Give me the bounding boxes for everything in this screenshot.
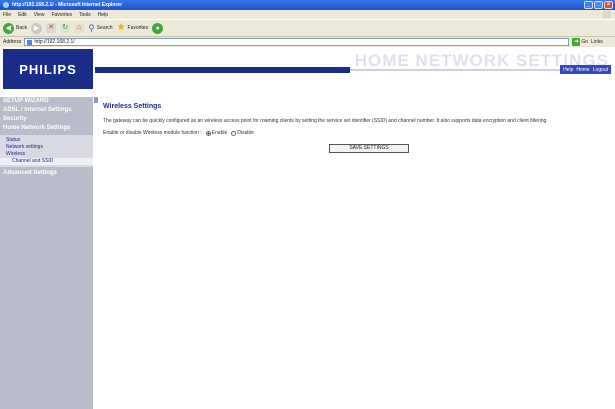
search-icon: ⚲: [88, 22, 95, 33]
sidebar-item-adsl[interactable]: ADSL / Internet Settings: [0, 106, 93, 115]
back-arrow-icon: ◀: [3, 22, 14, 34]
go-button[interactable]: ➜ Go: [572, 38, 588, 46]
window-titlebar: http://192.168.2.1/ - Microsoft Internet…: [0, 0, 615, 10]
philips-logo: PHILIPS: [3, 49, 93, 89]
disable-radio-dot[interactable]: [231, 130, 237, 136]
favorites-label: Favorites: [127, 25, 149, 31]
star-icon: ★: [116, 22, 126, 33]
address-input[interactable]: http://192.168.2.1/: [24, 38, 570, 46]
search-button[interactable]: ⚲ Search: [88, 23, 112, 34]
go-arrow-icon: ➜: [572, 38, 581, 46]
sidebar-sub-wireless[interactable]: Wireless: [0, 151, 93, 158]
window-title: http://192.168.2.1/ - Microsoft Internet…: [12, 2, 123, 8]
close-button[interactable]: ×: [604, 1, 613, 9]
address-label: Address: [3, 39, 22, 45]
enable-radio-dot[interactable]: [205, 130, 211, 136]
sidebar-sub-status[interactable]: Status: [0, 137, 93, 144]
help-link[interactable]: Help: [563, 67, 573, 73]
stop-icon[interactable]: ✕: [46, 23, 57, 33]
page-header: PHILIPS HOME NETWORK SETTINGS Help Home …: [0, 47, 615, 97]
sidebar-scroll-marker: [94, 97, 98, 103]
go-label: Go: [581, 39, 589, 45]
wireless-toggle-row: Enable or disable Wireless module functi…: [103, 130, 608, 136]
enable-radio[interactable]: Enable: [205, 130, 228, 136]
home-icon[interactable]: ⌂: [74, 23, 85, 33]
ie-icon: [3, 2, 9, 8]
sidebar: SETUP WIZARD ADSL / Internet Settings Se…: [0, 97, 93, 409]
browser-toolbar: ◀ Back ▶ ✕ ↻ ⌂ ⚲ Search ★ Favorites ●: [0, 19, 615, 37]
back-button[interactable]: ◀ Back: [3, 22, 28, 34]
sidebar-sub-channel-ssid[interactable]: Channel and SSID: [0, 158, 93, 165]
save-settings-button[interactable]: SAVE SETTINGS: [329, 144, 409, 153]
menu-help[interactable]: Help: [98, 12, 108, 18]
web-page: PHILIPS HOME NETWORK SETTINGS Help Home …: [0, 47, 615, 409]
minimize-button[interactable]: _: [584, 1, 593, 9]
content-title: Wireless Settings: [103, 103, 162, 110]
enable-radio-label: Enable: [211, 130, 228, 136]
disable-radio-label: Disable: [237, 130, 254, 136]
enable-label: Enable or disable Wireless module functi…: [103, 130, 202, 136]
links-label[interactable]: Links: [591, 39, 603, 45]
menu-bar: File Edit View Favorites Tools Help: [0, 10, 615, 19]
menu-edit[interactable]: Edit: [18, 12, 27, 18]
sidebar-item-home-network[interactable]: Home Network Settings: [0, 124, 93, 133]
media-icon[interactable]: ●: [152, 22, 164, 34]
maximize-button[interactable]: □: [594, 1, 603, 9]
address-url: http://192.168.2.1/: [34, 39, 75, 45]
search-label: Search: [96, 25, 113, 31]
menu-favorites[interactable]: Favorites: [51, 12, 72, 18]
content-description: The gateway can be quickly configured as…: [103, 118, 548, 124]
refresh-icon[interactable]: ↻: [60, 23, 71, 33]
windows-flag-icon: [603, 11, 611, 18]
menu-file[interactable]: File: [3, 12, 11, 18]
back-label: Back: [16, 25, 28, 31]
favorites-button[interactable]: ★ Favorites: [117, 23, 149, 33]
menu-tools[interactable]: Tools: [79, 12, 91, 18]
disable-radio[interactable]: Disable: [231, 130, 254, 136]
main-content: Wireless Settings The gateway can be qui…: [103, 103, 608, 153]
sidebar-submenu: Status Network settings Wireless Channel…: [0, 135, 93, 167]
sidebar-item-advanced[interactable]: Advanced Settings: [0, 169, 93, 178]
sidebar-item-setup-wizard[interactable]: SETUP WIZARD: [0, 97, 93, 106]
help-bar: Help Home Logout: [560, 65, 611, 74]
logout-link[interactable]: Logout: [593, 67, 608, 73]
forward-button[interactable]: ▶: [31, 22, 43, 34]
home-link[interactable]: Home: [576, 67, 589, 73]
sidebar-item-security[interactable]: Security: [0, 115, 93, 124]
window-controls: _ □ ×: [584, 1, 613, 9]
address-bar: Address http://192.168.2.1/ ➜ Go Links: [0, 37, 615, 47]
page-icon: [27, 39, 33, 45]
menu-view[interactable]: View: [34, 12, 45, 18]
sidebar-sub-network[interactable]: Network settings: [0, 144, 93, 151]
header-accent-bar: [95, 67, 350, 73]
